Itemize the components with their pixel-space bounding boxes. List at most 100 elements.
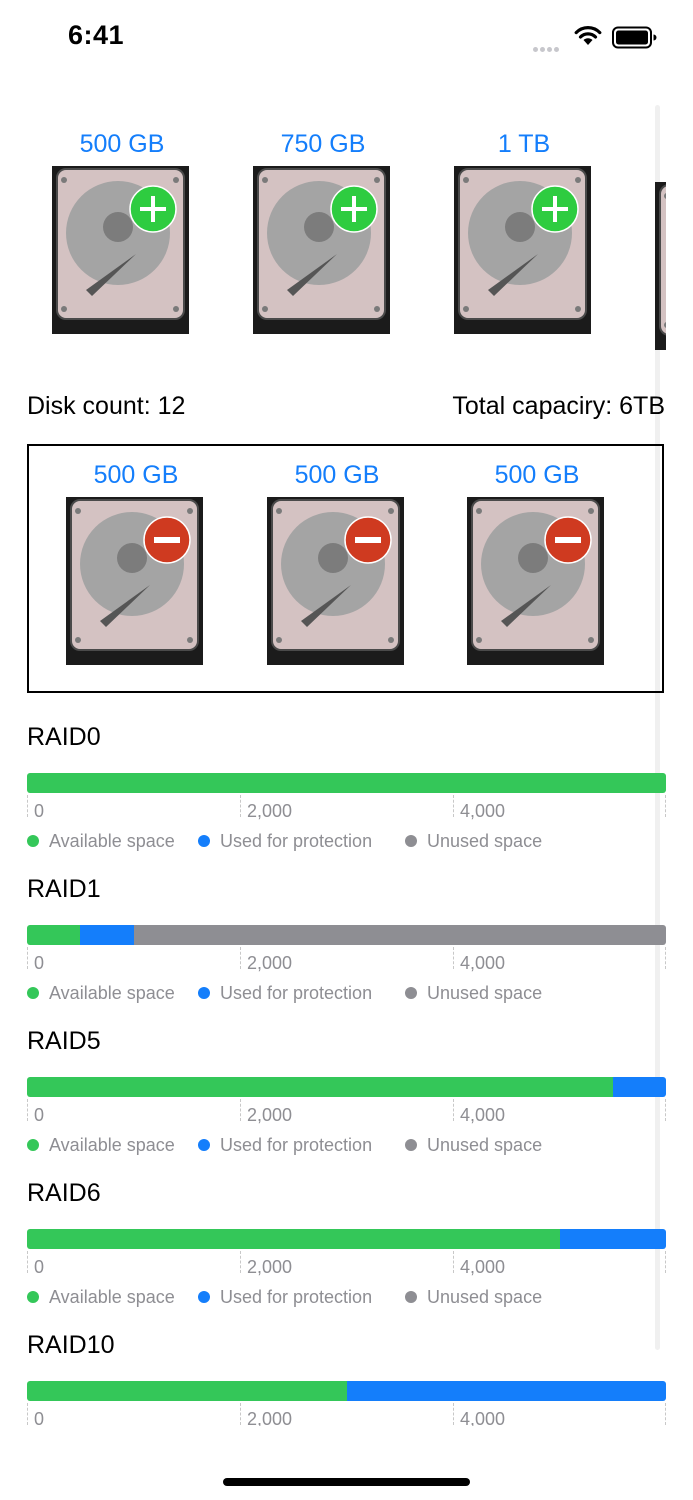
bar-segment-available xyxy=(27,1077,613,1097)
hard-drive-add-icon xyxy=(253,166,390,334)
tick-line xyxy=(665,1099,666,1121)
legend-item-protection: Used for protection xyxy=(198,831,372,852)
bar-segment-available xyxy=(27,1229,560,1249)
status-time: 6:41 xyxy=(68,20,125,50)
x-axis: 0 2,000 4,000 xyxy=(27,795,667,823)
tick-line xyxy=(665,947,666,969)
tick-label: 4,000 xyxy=(460,953,506,973)
legend-dot-icon xyxy=(198,835,210,847)
legend-dot-icon xyxy=(27,1139,39,1151)
legend-item-protection: Used for protection xyxy=(198,1135,372,1156)
legend-label: Unused space xyxy=(427,831,543,851)
home-indicator[interactable] xyxy=(223,1478,470,1486)
legend-dot-icon xyxy=(405,835,417,847)
raid-bar xyxy=(27,1381,666,1401)
tick-label: 2,000 xyxy=(247,801,293,821)
legend-dot-icon xyxy=(27,1291,39,1303)
legend-label: Used for protection xyxy=(220,1287,373,1307)
legend-item-available: Available space xyxy=(27,831,175,852)
bar-segment-available xyxy=(27,925,81,945)
available-disk[interactable]: 750 GB xyxy=(253,130,393,360)
tick-label: 4,000 xyxy=(460,1257,506,1277)
x-axis: 0 2,000 4,000 xyxy=(27,1251,667,1279)
tick-line xyxy=(453,1251,454,1273)
tick-line xyxy=(27,795,28,817)
disk-count-label: Disk count: 12 xyxy=(27,392,186,420)
raid-title: RAID6 xyxy=(27,1179,101,1207)
tick-line xyxy=(240,1251,241,1273)
tick-label: 2,000 xyxy=(247,953,293,973)
tick-label: 0 xyxy=(34,801,45,821)
wifi-icon xyxy=(574,26,602,45)
legend-item-unused: Unused space xyxy=(405,1135,542,1156)
legend-label: Available space xyxy=(49,1287,175,1307)
tick-label: 0 xyxy=(34,1409,45,1426)
legend-item-unused: Unused space xyxy=(405,983,542,1004)
legend-item-unused: Unused space xyxy=(405,1287,542,1308)
selected-disk[interactable]: 500 GB xyxy=(267,461,407,691)
available-disk[interactable]: 1 TB xyxy=(454,130,594,360)
legend-dot-icon xyxy=(27,835,39,847)
legend-label: Unused space xyxy=(427,983,543,1003)
tick-line xyxy=(27,1403,28,1425)
legend-dot-icon xyxy=(405,1139,417,1151)
tick-label: 0 xyxy=(34,1257,45,1277)
tick-line xyxy=(27,947,28,969)
bar-segment-protection xyxy=(346,1381,666,1401)
bar-segment-protection xyxy=(612,1077,666,1097)
total-capacity-label: Total capaciry: 6TB xyxy=(452,392,665,420)
legend-label: Used for protection xyxy=(220,831,373,851)
status-bar: 6:41 xyxy=(0,0,693,80)
tick-label: 2,000 xyxy=(247,1105,293,1125)
battery-icon xyxy=(612,26,657,49)
hard-drive-remove-icon xyxy=(267,497,404,665)
selected-disk-label: 500 GB xyxy=(294,461,380,489)
legend-dot-icon xyxy=(198,1291,210,1303)
legend-label: Unused space xyxy=(427,1135,543,1155)
raid-title: RAID1 xyxy=(27,875,101,903)
tick-line xyxy=(27,1099,28,1121)
x-axis: 0 2,000 4,000 xyxy=(27,947,667,975)
legend-label: Used for protection xyxy=(220,983,373,1003)
legend-item-protection: Used for protection xyxy=(198,983,372,1004)
tick-line xyxy=(240,795,241,817)
raid-chart-raid10: RAID10 0 2,000 4,000 xyxy=(27,1331,667,1426)
selected-disk[interactable]: 500 GB xyxy=(467,461,607,691)
tick-label: 2,000 xyxy=(247,1257,293,1277)
x-axis: 0 2,000 4,000 xyxy=(27,1099,667,1127)
selected-disk[interactable]: 500 GB xyxy=(66,461,206,691)
legend-item-unused: Unused space xyxy=(405,831,542,852)
tick-line xyxy=(240,947,241,969)
tick-line xyxy=(27,1251,28,1273)
raid-bar xyxy=(27,1077,666,1097)
bar-segment-available xyxy=(27,1381,347,1401)
tick-line xyxy=(453,795,454,817)
tick-line xyxy=(453,1403,454,1425)
hard-drive-remove-icon xyxy=(66,497,203,665)
tick-label: 2,000 xyxy=(247,1409,293,1426)
selected-disk-label: 500 GB xyxy=(93,461,179,489)
bar-segment-protection xyxy=(559,1229,666,1249)
bar-segment-unused xyxy=(133,925,666,945)
tick-line xyxy=(240,1403,241,1425)
x-axis: 0 2,000 4,000 xyxy=(27,1403,667,1426)
tick-line xyxy=(453,1099,454,1121)
hard-drive-remove-icon xyxy=(467,497,604,665)
tick-label: 4,000 xyxy=(460,1409,506,1426)
legend-label: Unused space xyxy=(427,1287,543,1307)
raid-title: RAID5 xyxy=(27,1027,101,1055)
selected-disk-label: 500 GB xyxy=(494,461,580,489)
partial-disk xyxy=(655,182,666,350)
available-disk-label: 1 TB xyxy=(497,130,551,158)
legend-item-available: Available space xyxy=(27,1135,175,1156)
tick-line xyxy=(665,1403,666,1425)
raid-title: RAID0 xyxy=(27,723,101,751)
tick-line xyxy=(665,795,666,817)
tick-line xyxy=(665,1251,666,1273)
legend-dot-icon xyxy=(27,987,39,999)
tick-label: 4,000 xyxy=(460,1105,506,1125)
legend-label: Used for protection xyxy=(220,1135,373,1155)
available-disk[interactable]: 500 GB xyxy=(52,130,192,360)
tick-line xyxy=(240,1099,241,1121)
legend-item-available: Available space xyxy=(27,1287,175,1308)
